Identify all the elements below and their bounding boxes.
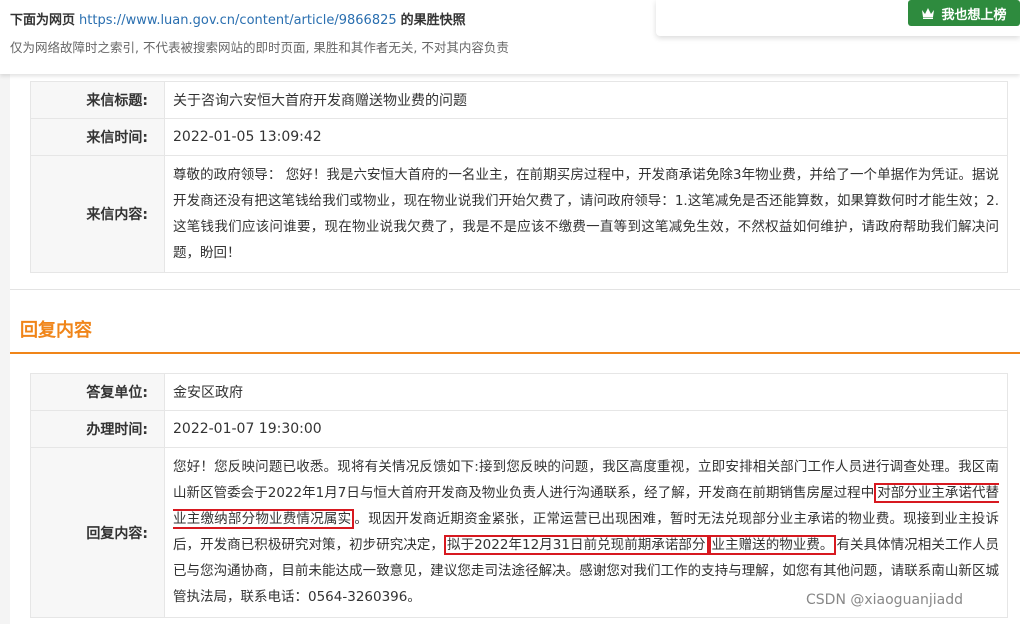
reply-unit-value: 金安区政府 bbox=[164, 373, 1008, 411]
snapshot-url-link[interactable]: https://www.luan.gov.cn/content/article/… bbox=[79, 13, 397, 28]
reply-unit-row: 答复单位: 金安区政府 bbox=[30, 373, 1008, 411]
letter-title-row: 来信标题: 关于咨询六安恒大首府开发商赠送物业费的问题 bbox=[30, 81, 1008, 119]
rank-button-label: 我也想上榜 bbox=[941, 7, 1007, 23]
reply-table: 答复单位: 金安区政府 办理时间: 2022-01-07 19:30:00 回复… bbox=[30, 373, 1008, 618]
letter-content-row: 来信内容: 尊敬的政府领导： 您好！我是六安恒大首府的一名业主，在前期买房过程中… bbox=[30, 155, 1008, 273]
rank-button[interactable]: 我也想上榜 bbox=[908, 0, 1020, 26]
page-content: 来信标题: 关于咨询六安恒大首府开发商赠送物业费的问题 来信时间: 2022-0… bbox=[10, 74, 1020, 624]
letter-time-value: 2022-01-05 13:09:42 bbox=[164, 118, 1008, 156]
letter-content-value: 尊敬的政府领导： 您好！我是六安恒大首府的一名业主，在前期买房过程中，开发商承诺… bbox=[164, 155, 1008, 273]
letter-title-value: 关于咨询六安恒大首府开发商赠送物业费的问题 bbox=[164, 81, 1008, 119]
reply-section: 答复单位: 金安区政府 办理时间: 2022-01-07 19:30:00 回复… bbox=[10, 356, 1020, 624]
letter-section: 来信标题: 关于咨询六安恒大首府开发商赠送物业费的问题 来信时间: 2022-0… bbox=[10, 74, 1020, 290]
reply-time-label: 办理时间: bbox=[30, 410, 165, 448]
snapshot-source-line: 下面为网页 https://www.luan.gov.cn/content/art… bbox=[10, 9, 466, 28]
letter-table: 来信标题: 关于咨询六安恒大首府开发商赠送物业费的问题 来信时间: 2022-0… bbox=[30, 81, 1008, 273]
letter-time-row: 来信时间: 2022-01-05 13:09:42 bbox=[30, 118, 1008, 156]
reply-time-value: 2022-01-07 19:30:00 bbox=[164, 410, 1008, 448]
letter-title-label: 来信标题: bbox=[30, 81, 165, 119]
letter-content-label: 来信内容: bbox=[30, 155, 165, 273]
csdn-watermark: CSDN @xiaoguanjiadd bbox=[806, 592, 964, 608]
reply-unit-label: 答复单位: bbox=[30, 373, 165, 411]
snapshot-disclaimer: 仅为网络故障时之索引, 不代表被搜索网站的即时页面, 果胜和其作者无关, 不对其… bbox=[10, 40, 509, 55]
reply-time-row: 办理时间: 2022-01-07 19:30:00 bbox=[30, 410, 1008, 448]
reply-content-label: 回复内容: bbox=[30, 447, 165, 618]
snapshot-prefix: 下面为网页 bbox=[10, 13, 76, 28]
snapshot-suffix: 的果胜快照 bbox=[400, 13, 466, 28]
crown-icon bbox=[922, 8, 935, 19]
rank-panel: 我也想上榜 bbox=[656, 0, 1020, 36]
reply-heading: 回复内容 bbox=[20, 320, 92, 341]
highlight-box-2a: 拟于2022年12月31日前兑现前期承诺部分 bbox=[443, 535, 709, 555]
letter-time-label: 来信时间: bbox=[30, 118, 165, 156]
highlight-box-2b: 业主赠送的物业费。 bbox=[708, 535, 837, 555]
reply-header: 回复内容 bbox=[10, 300, 1020, 354]
